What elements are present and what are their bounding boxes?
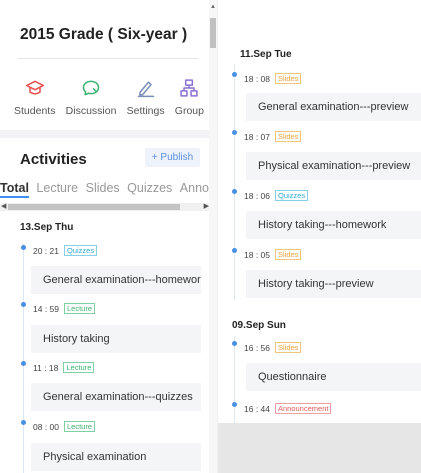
pen-icon [137,81,154,98]
timeline-dot [232,130,237,135]
activity-meta: 16 : 44 Announcement [244,403,332,414]
tab-total[interactable]: Total [0,181,29,198]
timeline-dot [232,341,237,346]
activity-type-badge: Slides [275,342,302,353]
tool-label: Students [14,105,56,117]
activity-card[interactable]: Physical examination---preview [246,152,421,180]
activity-time: 18 : 06 [244,190,270,201]
org-chart-icon [180,79,199,97]
activity-card[interactable]: Physical examination [31,443,201,471]
activity-meta: 16 : 56 Slides [244,342,302,353]
scrollbar-thumb[interactable] [8,204,180,210]
activity-type-badge: Announcement [275,403,332,414]
scroll-left-icon[interactable]: ◀ [1,202,6,210]
tool-group[interactable]: Group [175,78,204,117]
activity-type-badge: Lecture [64,421,96,432]
activity-type-badge: Lecture [63,362,95,373]
section-divider [0,130,210,138]
timeline-dot [232,248,237,253]
activity-time: 18 : 08 [244,73,270,84]
activity-type-badge: Quizzes [275,190,309,201]
course-title: 2015 Grade ( Six-year ) [20,26,188,43]
tab-slides[interactable]: Slides [86,181,120,195]
activity-card[interactable]: General examination---quizzes [31,383,201,411]
activities-heading: Activities [20,151,87,168]
activity-time: 16 : 56 [244,342,270,353]
activity-meta: 11 : 18 Lecture [33,362,95,373]
tab-lecture[interactable]: Lecture [36,181,78,195]
activity-card[interactable]: General examination---preview [246,93,421,121]
chat-bubble-icon [82,80,100,96]
activity-type-badge: Slides [275,73,302,84]
activity-time: 18 : 07 [244,131,270,142]
activity-card[interactable]: General examination---homework [31,266,201,294]
graduation-cap-icon [25,80,44,95]
tab-quizzes[interactable]: Quizzes [127,181,172,195]
tool-discussion[interactable]: Discussion [65,78,117,117]
activity-time: 18 : 05 [244,249,270,260]
activity-meta: 18 : 06 Quizzes [244,190,309,201]
activity-time: 08 : 00 [33,421,59,432]
timeline-dot [21,245,26,250]
activity-meta: 20 : 21 Quizzes [33,245,98,256]
activity-tabs: Total Lecture Slides Quizzes Announce [0,181,210,201]
activity-meta: 18 : 07 Slides [244,131,302,142]
timeline-dot [232,402,237,407]
tool-label: Discussion [65,105,117,117]
activity-time: 16 : 44 [244,403,270,414]
activity-type-badge: Slides [275,131,302,142]
timeline-dot [232,72,237,77]
activity-card[interactable]: History taking---homework [246,211,421,239]
tool-label: Settings [126,105,165,117]
timeline-dot [21,302,26,307]
app-root: 2015 Grade ( Six-year ) Students Discuss… [0,0,421,473]
course-panel: 2015 Grade ( Six-year ) Students Discuss… [0,0,210,473]
activity-meta: 14 : 59 Lecture [33,303,96,314]
tool-settings[interactable]: Settings [127,78,165,117]
date-header: 13.Sep Thu [20,222,74,233]
activity-feed-panel: 11.Sep Tue 18 : 08 Slides General examin… [218,0,421,473]
timeline-line [234,64,235,300]
publish-button[interactable]: + Publish [145,148,200,167]
activity-card[interactable]: History taking [31,325,201,353]
panel-footer-area [218,423,421,473]
timeline-line [23,244,24,473]
timeline-dot [232,189,237,194]
timeline-dot [21,361,26,366]
activity-meta: 18 : 08 Slides [244,73,302,84]
course-tools: Students Discussion Settings Group [14,78,204,117]
timeline-line [234,336,235,423]
date-header: 11.Sep Tue [240,49,292,60]
activity-type-badge: Quizzes [64,245,98,256]
activity-card[interactable]: Questionnaire [246,363,421,391]
tool-students[interactable]: Students [14,78,55,117]
date-header: 09.Sep Sun [232,320,286,331]
scrollbar-thumb[interactable] [210,18,216,48]
activity-time: 14 : 59 [33,303,59,314]
scroll-up-icon[interactable]: ▲ [210,4,216,10]
tabs-scrollbar[interactable]: ◀ ▶ [0,203,210,211]
activity-card[interactable]: History taking---preview [246,270,421,298]
divider [18,58,198,59]
timeline-dot [21,420,26,425]
activity-time: 20 : 21 [33,245,59,256]
left-scrollbar[interactable]: ▲ [209,0,217,473]
tool-label: Group [174,105,204,117]
tab-announcement[interactable]: Announce [180,181,210,195]
activity-meta: 18 : 05 Slides [244,249,302,260]
activity-time: 11 : 18 [33,362,59,373]
activity-type-badge: Lecture [64,303,96,314]
activity-type-badge: Slides [275,249,302,260]
activity-meta: 08 : 00 Lecture [33,421,96,432]
